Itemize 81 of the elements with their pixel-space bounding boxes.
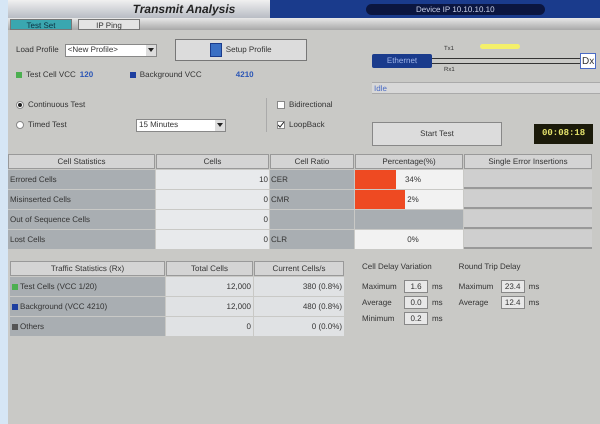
table-cell: CER [270, 170, 354, 189]
value-field: 23.4 [500, 280, 525, 293]
table-cell: 12,000 [166, 277, 253, 296]
status-field: Idle [372, 82, 600, 94]
table-cell: Others [20, 320, 44, 332]
duration-dropdown[interactable]: 15 Minutes [136, 118, 226, 132]
ethernet-node: Ethernet [372, 54, 432, 68]
unit-label: ms [432, 280, 443, 292]
table-cell: Misinserted Cells [8, 190, 155, 209]
unit-label: ms [528, 280, 540, 292]
tab[interactable]: IP Ping [78, 19, 140, 30]
field-label: Minimum [362, 312, 396, 324]
insert-error-button[interactable] [464, 170, 592, 189]
column-header: Cell Ratio [270, 154, 354, 169]
load-profile-label: Load Profile [16, 44, 59, 56]
group-title: Round Trip Delay [458, 261, 522, 273]
column-header: Single Error Insertions [464, 154, 592, 169]
value-field: 1.6 [404, 280, 428, 293]
start-test-button[interactable]: Start Test [372, 122, 502, 146]
radio-label: Continuous Test [28, 99, 86, 111]
window-title: Transmit Analysis [132, 1, 236, 18]
percentage-value: 34% [404, 174, 421, 186]
percentage-value: 2% [406, 194, 419, 206]
table-cell: Lost Cells [8, 230, 155, 249]
field-label: Average [458, 296, 490, 308]
table-cell: Background (VCC 4210) [20, 300, 108, 312]
tab[interactable]: Test Set [10, 19, 72, 30]
checkbox-label: LoopBack [289, 119, 325, 131]
checkbox[interactable] [277, 121, 285, 129]
table-cell: CMR [270, 190, 354, 209]
table-cell: Errored Cells [8, 170, 155, 189]
device-node: Dx [580, 53, 596, 69]
radio-button[interactable] [16, 121, 24, 129]
insert-error-button[interactable] [464, 210, 592, 229]
column-header: Cells [156, 154, 269, 169]
vcc-label: Background VCC [140, 69, 203, 81]
group-title: Cell Delay Variation [362, 261, 433, 273]
table-cell: 0 [156, 230, 269, 249]
table-cell: Test Cells (VCC 1/20) [20, 280, 97, 292]
highlight-mark [480, 44, 520, 49]
field-label: Maximum [362, 280, 398, 292]
column-header: Percentage(%) [355, 154, 463, 169]
table-cell: Out of Sequence Cells [8, 210, 155, 229]
table-cell: 0 [156, 190, 269, 209]
checkbox[interactable] [277, 101, 285, 109]
table-cell: 380 (0.8%) [254, 277, 344, 296]
checkbox-label: Bidirectional [289, 99, 333, 111]
value-field: 0.2 [404, 312, 428, 325]
column-header: Cell Statistics [8, 154, 155, 169]
table-cell: 480 (0.8%) [254, 297, 344, 316]
insert-error-button[interactable] [464, 230, 592, 249]
column-header: Traffic Statistics (Rx) [10, 261, 165, 276]
table-cell: 0 [156, 210, 269, 229]
table-cell: 0 (0.0%) [254, 317, 344, 336]
insert-error-button[interactable] [464, 190, 592, 209]
table-cell: 0 [166, 317, 253, 336]
unit-label: ms [432, 312, 443, 324]
caret-icon [215, 120, 225, 130]
caret-icon [146, 44, 156, 56]
table-cell: CLR [270, 230, 354, 249]
unit-label: ms [432, 296, 443, 308]
unit-label: ms [528, 296, 540, 308]
radio-label: Timed Test [28, 119, 68, 131]
vcc-label: Test Cell VCC [26, 69, 76, 81]
column-header: Current Cells/s [254, 261, 344, 276]
radio-button[interactable] [16, 101, 24, 109]
field-label: Maximum [458, 280, 494, 292]
device-ip-label: Device IP 10.10.10.10 [366, 4, 545, 14]
profile-icon [210, 43, 222, 57]
table-cell: 12,000 [166, 297, 253, 316]
field-label: Average [362, 296, 393, 308]
value-field: 12.4 [500, 296, 525, 309]
profile-dropdown[interactable]: <New Profile> [64, 44, 157, 56]
table-cell: 10 [156, 170, 269, 189]
value-field: 0.0 [404, 296, 428, 309]
setup-profile-button[interactable]: Setup Profile [174, 39, 307, 61]
column-header: Total Cells [166, 261, 253, 276]
percentage-value: 0% [406, 234, 419, 246]
vcc-value: 120 [80, 69, 94, 81]
vcc-value: 4210 [236, 69, 255, 81]
timer-display: 00:08:18 [534, 124, 594, 144]
